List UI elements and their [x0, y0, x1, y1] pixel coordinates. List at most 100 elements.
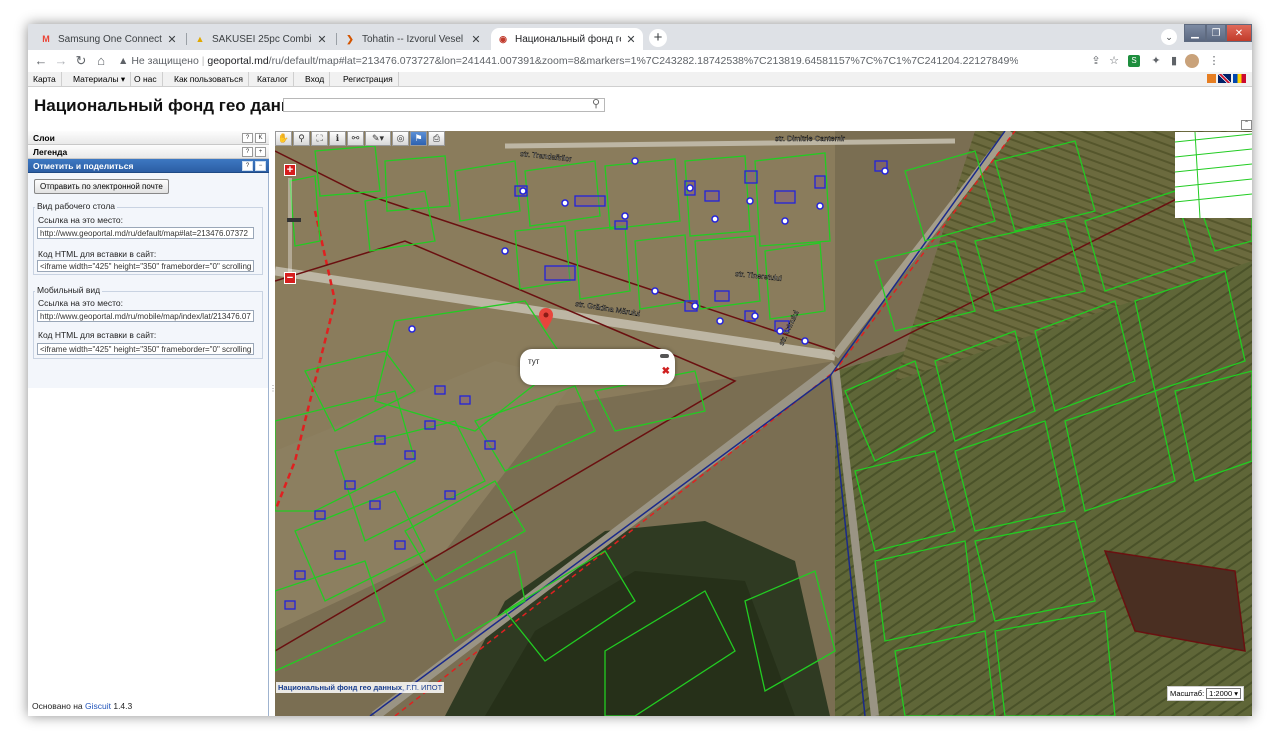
parcel-grid-white	[1174, 131, 1252, 219]
footer-credit: Основано на Giscuit 1.4.3	[32, 701, 133, 711]
collapse-header-icon[interactable]: ⌃	[1241, 120, 1252, 130]
address-bar[interactable]: ▲ Не защищено | geoportal.md/ru/default/…	[118, 51, 1018, 71]
maximize-icon[interactable]: ❐	[1206, 24, 1226, 42]
info-icon[interactable]: ℹ	[329, 131, 346, 146]
page-title: Национальный фонд гео данных	[34, 96, 316, 115]
expand-icon[interactable]: +	[255, 147, 266, 157]
zoom-out-button[interactable]: −	[284, 272, 296, 284]
store-icon: ▲	[195, 34, 205, 44]
menu-materials[interactable]: Материалы ▾	[68, 72, 132, 86]
desktop-link-label: Ссылка на это место:	[38, 215, 123, 225]
collapse-icon[interactable]: K	[255, 133, 266, 143]
menu-register[interactable]: Регистрация	[338, 72, 399, 86]
zoom-box-icon[interactable]: ⚲	[293, 131, 310, 146]
close-icon[interactable]: ✕	[470, 33, 482, 46]
back-icon[interactable]: ←	[32, 52, 50, 70]
puzzle-icon[interactable]: ✦	[1148, 53, 1164, 69]
section-layers[interactable]: Слои ? K	[28, 131, 269, 145]
home-icon[interactable]: ⌂	[92, 52, 110, 70]
tab-strip: M Samsung One Connect Box SOC ✕ ▲ SAKUSE…	[28, 24, 1252, 50]
tab-tohatin[interactable]: ❯ Tohatin -- Izvorul Vesel -- ✕	[338, 28, 488, 50]
window-close-icon[interactable]: ✕	[1226, 24, 1252, 42]
measure-dropdown-icon[interactable]: ✎▾	[365, 131, 391, 146]
rss-icon[interactable]	[1207, 74, 1216, 83]
avatar[interactable]	[1185, 54, 1199, 68]
minimize-section-icon[interactable]: −	[255, 161, 266, 171]
mobile-link-field[interactable]: http://www.geoportal.md/ru/mobile/map/in…	[37, 310, 254, 322]
gmail-icon: M	[42, 34, 50, 44]
desktop-html-field[interactable]: <iframe width="425" height="350" framebo…	[37, 260, 254, 272]
tab-label: Samsung One Connect Box SOC	[58, 33, 162, 45]
close-icon[interactable]: ✕	[166, 33, 178, 46]
tab-samsung[interactable]: M Samsung One Connect Box SOC ✕	[34, 28, 184, 50]
street-label: str. Dimitrie Cantemir	[775, 134, 846, 143]
desktop-link-field[interactable]: http://www.geoportal.md/ru/default/map#l…	[37, 227, 254, 239]
desktop-html-label: Код HTML для вставки в сайт:	[38, 249, 157, 259]
zoom-control: + −	[284, 164, 301, 284]
fullextent-icon[interactable]: ⛶	[311, 131, 328, 146]
map-canvas[interactable]: str. Dimitrie Cantemir str. Trandafirilo…	[275, 131, 1252, 716]
url-path: /ru/default/map#lat=213476.073727&lon=24…	[268, 55, 1018, 67]
popup-minimize-icon[interactable]	[660, 354, 669, 358]
print-icon[interactable]: ⎙	[428, 131, 445, 146]
close-icon[interactable]: ✕	[316, 33, 328, 46]
warning-icon: ▲	[118, 55, 132, 67]
share-icon[interactable]: ⇪	[1088, 53, 1104, 69]
menu-dots-icon[interactable]: ⋮	[1206, 53, 1222, 69]
map-attribution: Национальный фонд гео данных, Г.П. ИПОТ	[276, 682, 445, 693]
target-icon[interactable]: ◎	[392, 131, 409, 146]
star-icon[interactable]: ☆	[1106, 53, 1122, 69]
menu-catalog[interactable]: Каталог	[252, 72, 294, 86]
forward-icon[interactable]: →	[52, 52, 70, 70]
desktop-legend: Вид рабочего стола	[35, 201, 118, 211]
tab-label: SAKUSEI 25pc Combination Span	[212, 33, 312, 45]
reload-icon[interactable]: ↻	[72, 52, 90, 70]
mobile-legend: Мобильный вид	[35, 285, 103, 295]
zoom-slider[interactable]	[287, 178, 301, 272]
scale-select[interactable]: 1:2000 ▾	[1206, 688, 1241, 699]
section-legend[interactable]: Легенда ? +	[28, 145, 269, 159]
tab-geoportal[interactable]: ◉ Национальный фонд гео данных ✕	[491, 28, 643, 50]
menu-login[interactable]: Вход	[300, 72, 331, 86]
mobile-link-label: Ссылка на это место:	[38, 298, 123, 308]
popup-close-icon[interactable]: ✖	[662, 366, 670, 377]
tab-sakusei[interactable]: ▲ SAKUSEI 25pc Combination Span ✕	[188, 28, 334, 50]
tab-label: Национальный фонд гео данных	[515, 33, 621, 45]
zoom-in-button[interactable]: +	[284, 164, 296, 176]
flag-en-icon[interactable]	[1218, 74, 1231, 83]
minimize-icon[interactable]: ▁	[1184, 24, 1206, 42]
panel-splitter[interactable]: ⋮	[269, 384, 277, 400]
help-icon[interactable]: ?	[242, 133, 253, 143]
close-icon[interactable]: ✕	[625, 33, 637, 46]
menu-about[interactable]: О нас	[129, 72, 163, 86]
geoportal-icon: ◉	[499, 34, 507, 44]
sidepanel-icon[interactable]: ▮	[1166, 53, 1182, 69]
security-label: Не защищено	[131, 55, 199, 67]
url-host: geoportal.md	[207, 55, 269, 67]
giscuit-link[interactable]: Giscuit	[85, 701, 111, 711]
section-share[interactable]: Отметить и поделиться ? −	[28, 159, 269, 173]
search-icon[interactable]: ⚲	[592, 97, 600, 111]
flag-ro-icon[interactable]	[1233, 74, 1246, 83]
binoculars-icon[interactable]: ⚯	[347, 131, 364, 146]
tab-separator	[186, 33, 187, 45]
new-tab-button[interactable]: +	[649, 29, 667, 47]
tab-separator	[336, 33, 337, 45]
mobile-html-field[interactable]: <iframe width="425" height="350" framebo…	[37, 343, 254, 355]
help-icon[interactable]: ?	[242, 161, 253, 171]
tab-search-icon[interactable]: ⌄	[1161, 29, 1177, 45]
browser-toolbar: ← → ↻ ⌂ ▲ Не защищено | geoportal.md/ru/…	[28, 50, 1252, 72]
flag-marker-icon[interactable]: ⚑	[410, 131, 427, 146]
help-icon[interactable]: ?	[242, 147, 253, 157]
map-toolbar: ✋ ⚲ ⛶ ℹ ⚯ ✎▾ ◎ ⚑ ⎙	[275, 131, 445, 147]
pan-icon[interactable]: ✋	[275, 131, 292, 146]
extension-icon[interactable]: S	[1128, 55, 1140, 67]
map-marker-icon[interactable]	[539, 308, 553, 330]
zoom-slider-thumb[interactable]	[287, 218, 301, 222]
search-input[interactable]: ⚲	[283, 98, 605, 112]
send-email-button[interactable]: Отправить по электронной почте	[34, 179, 169, 194]
tab-label: Tohatin -- Izvorul Vesel --	[362, 33, 466, 45]
parcel-grid	[1174, 131, 1252, 219]
menu-howto[interactable]: Как пользоваться	[169, 72, 249, 86]
menu-map[interactable]: Карта	[28, 72, 62, 86]
